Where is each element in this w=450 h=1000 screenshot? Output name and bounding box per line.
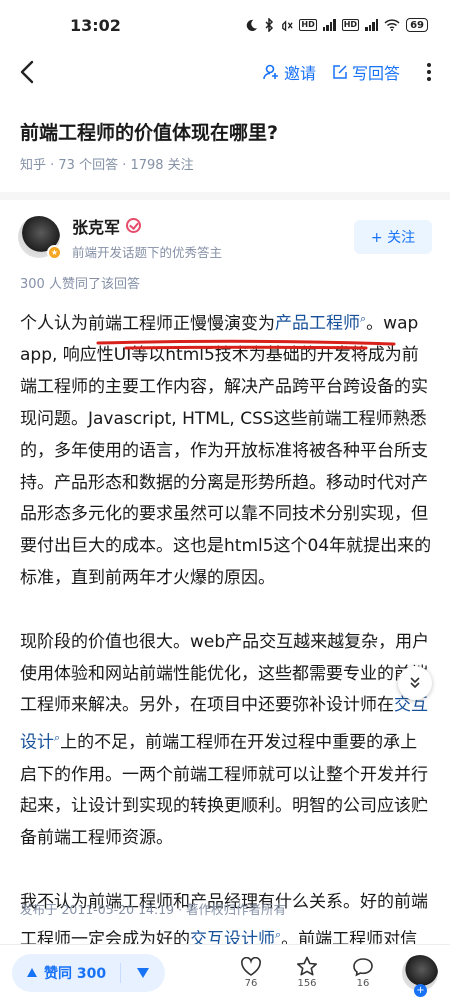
comment-button[interactable]: 16 — [346, 957, 380, 989]
downvote-button[interactable] — [121, 954, 165, 992]
bottom-action-bar: 赞同 300 76 156 16 + — [0, 944, 450, 1000]
signal-4g-icon — [322, 19, 336, 31]
favorite-button[interactable]: 156 — [290, 956, 324, 989]
author-name[interactable]: 张克军 — [72, 214, 120, 238]
verified-icon — [126, 218, 142, 233]
triangle-down-icon — [137, 967, 150, 978]
answer-body: 个人认为前端工程师正慢慢演变为产品工程师⌕。wap app, 响应性UI等以ht… — [20, 303, 434, 1000]
bluetooth-icon — [265, 18, 274, 32]
wifi-icon — [384, 19, 400, 31]
author-follow-avatar[interactable]: + — [402, 954, 438, 997]
answer-highlight-text: 前端工程师正慢慢演变为 — [88, 313, 275, 334]
upvote-label: 赞同 300 — [44, 965, 107, 982]
nav-actions: 邀请 写回答 — [262, 60, 436, 84]
answer-text: 上的不足，前端工程师在开发过程中重要的承上启下的作用。一两个前端工程师就可以让整… — [20, 732, 428, 849]
answer-text: 个人认为 — [20, 313, 88, 334]
signal-5g-icon — [365, 19, 379, 31]
vote-pill: 赞同 300 — [12, 953, 166, 992]
star-icon — [297, 956, 317, 976]
vote-summary: 300 人赞同了该回答 — [20, 277, 140, 292]
status-icons: HD HD 69 — [245, 18, 428, 32]
answer-text: 现阶段的价值也很大。web产品交互越来越复杂，用户使用体验和网站前端性能优化，这… — [20, 631, 430, 716]
double-chevron-down-icon — [410, 677, 420, 689]
answer-paragraph-1: 个人认为前端工程师正慢慢演变为产品工程师⌕。wap app, 响应性UI等以ht… — [20, 303, 434, 595]
answer-text: 。wap app, 响应性UI等以html5技术为基础的开发将成为前端工程师的主… — [20, 313, 432, 589]
mute-icon — [282, 19, 294, 31]
status-time: 13:02 — [70, 15, 121, 35]
section-divider — [0, 192, 450, 200]
write-answer-label: 写回答 — [351, 64, 400, 83]
author-headline: 前端开发话题下的优秀答主 — [72, 244, 223, 260]
hd-badge: HD — [299, 19, 317, 31]
upvote-button[interactable]: 赞同 300 — [12, 954, 120, 992]
edit-icon — [333, 65, 347, 79]
triangle-up-icon — [27, 968, 37, 977]
action-group: 76 156 16 + — [234, 954, 438, 997]
chevron-left-icon — [20, 60, 34, 84]
like-count: 76 — [244, 977, 258, 989]
comment-bubble-icon — [353, 957, 373, 976]
question-meta: 知乎 · 73 个回答 · 1798 关注 — [20, 158, 194, 173]
author-name-line: 张克军 — [72, 214, 222, 238]
question-title[interactable]: 前端工程师的价值体现在哪里? — [20, 118, 430, 145]
keyword-link-product-engineer[interactable]: 产品工程师 — [275, 314, 360, 334]
follow-button[interactable]: + 关注 — [354, 220, 432, 254]
author-avatar[interactable]: ★ — [18, 216, 62, 260]
status-bar: 13:02 HD HD 69 — [0, 0, 450, 50]
like-button[interactable]: 76 — [234, 956, 268, 989]
comment-count: 16 — [356, 977, 370, 989]
write-answer-button[interactable]: 写回答 — [332, 60, 400, 84]
star-badge-icon: ★ — [47, 245, 62, 260]
publish-info: 发布于 2011-05-20 14:19 · 著作权归作者所有 — [20, 902, 287, 917]
heart-icon — [241, 956, 261, 976]
invite-button[interactable]: 邀请 — [262, 60, 316, 84]
hd-badge-2: HD — [341, 19, 360, 31]
add-person-icon — [263, 64, 278, 80]
invite-label: 邀请 — [283, 64, 316, 83]
author-info: 张克军 前端开发话题下的优秀答主 — [72, 214, 222, 261]
back-button[interactable] — [20, 57, 44, 87]
battery-indicator: 69 — [406, 18, 428, 32]
collapse-expand-button[interactable] — [398, 666, 432, 700]
answer-paragraph-2: 现阶段的价值也很大。web产品交互越来越复杂，用户使用体验和网站前端性能优化，这… — [20, 627, 434, 855]
moon-icon — [247, 19, 258, 31]
plus-icon: + — [414, 983, 427, 997]
nav-bar: 邀请 写回答 — [0, 50, 450, 94]
favorite-count: 156 — [297, 978, 317, 989]
author-row: ★ 张克军 前端开发话题下的优秀答主 + 关注 — [18, 212, 432, 262]
more-menu-button[interactable] — [422, 63, 436, 81]
